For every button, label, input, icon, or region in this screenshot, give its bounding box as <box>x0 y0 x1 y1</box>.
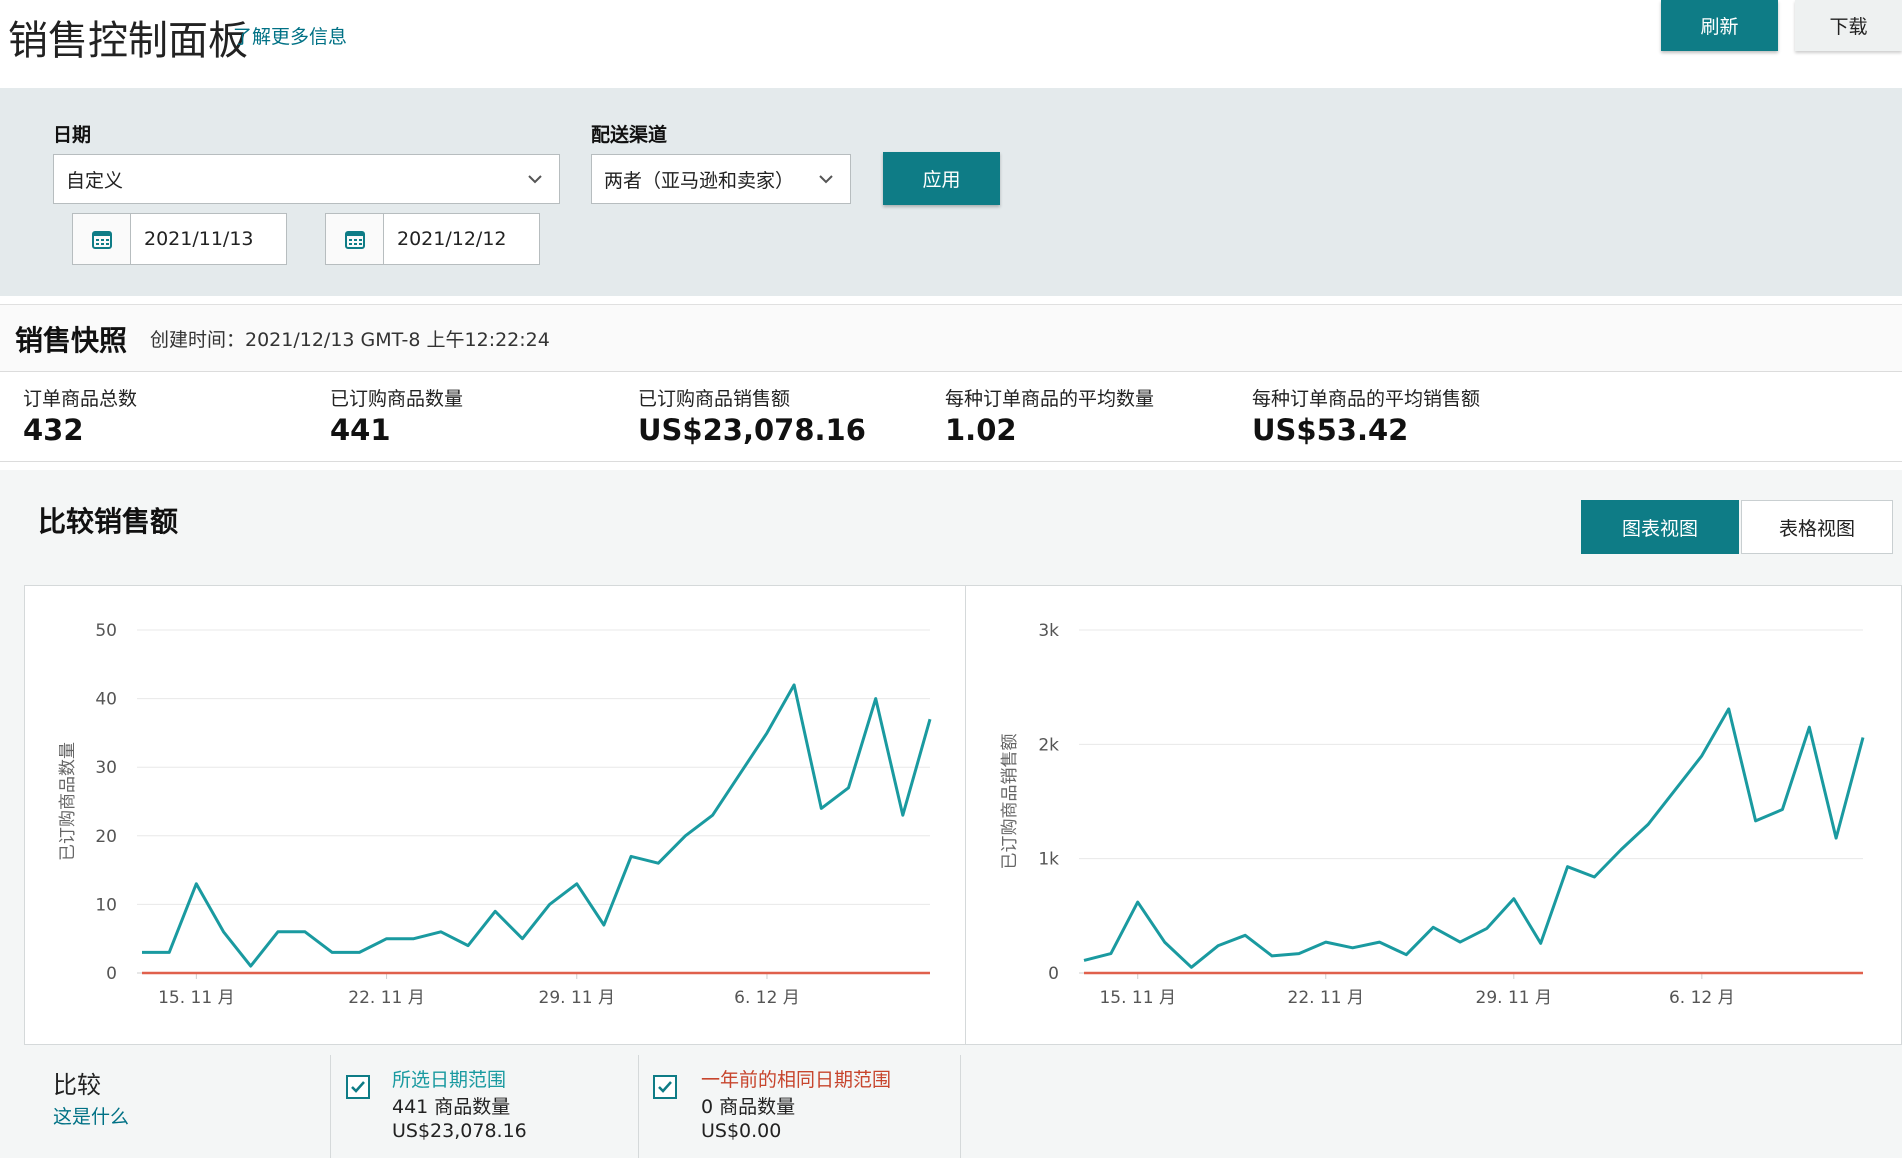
snapshot-metrics: 订单商品总数 432 已订购商品数量 441 已订购商品销售额 US$23,07… <box>0 372 1902 462</box>
chart-view-button[interactable]: 图表视图 <box>1581 500 1739 554</box>
x-tick-label: 15. 11 月 <box>158 988 234 1008</box>
metric-label: 每种订单商品的平均销售额 <box>1252 388 1481 410</box>
channel-select[interactable]: 两者（亚马逊和卖家） <box>591 154 851 204</box>
y-tick-label: 30 <box>95 758 117 778</box>
metric-value: 1.02 <box>945 413 1017 447</box>
start-date-input[interactable]: 2021/11/13 <box>131 214 286 264</box>
snapshot-title: 销售快照 <box>15 324 128 357</box>
filter-panel: 日期 自定义 2021/11/13 2021/12/12 配送渠道 两者（亚马逊… <box>0 88 1902 296</box>
y-axis-label: 已订购商品销售额 <box>1000 734 1020 870</box>
y-tick-label: 50 <box>95 621 117 641</box>
current-range-sales: US$23,078.16 <box>392 1120 527 1142</box>
y-tick-label: 20 <box>95 827 117 847</box>
calendar-icon[interactable] <box>73 214 131 264</box>
y-tick-label: 0 <box>1048 964 1059 984</box>
learn-more-link[interactable]: 了解更多信息 <box>233 22 347 49</box>
compare-sales-section: 比较销售额 图表视图 表格视图 0 10 20 30 40 50 已订购商品数量 15. 11… <box>0 470 1902 1158</box>
date-label: 日期 <box>53 124 92 146</box>
compare-title: 比较销售额 <box>38 505 179 538</box>
sales-snapshot-header: 销售快照 创建时间：2021/12/13 GMT-8 上午12:22:24 <box>0 304 1902 372</box>
chevron-down-icon <box>528 175 542 184</box>
current-range-units: 441 商品数量 <box>392 1096 511 1118</box>
checkmark-icon <box>351 1081 365 1093</box>
refresh-button[interactable]: 刷新 <box>1661 0 1778 51</box>
last-year-units: 0 商品数量 <box>701 1096 796 1118</box>
last-year-sales: US$0.00 <box>701 1120 782 1142</box>
table-view-button[interactable]: 表格视图 <box>1741 500 1893 554</box>
x-tick-label: 22. 11 月 <box>1288 988 1364 1008</box>
x-tick-label: 6. 12 月 <box>734 988 800 1008</box>
download-button[interactable]: 下载 <box>1795 0 1902 51</box>
metric-value: US$23,078.16 <box>638 413 866 447</box>
comparison-legend: 比较 这是什么 所选日期范围 441 商品数量 US$23,078.16 一年前… <box>0 1045 1902 1158</box>
y-tick-label: 40 <box>95 690 117 710</box>
chart-divider <box>965 585 966 1045</box>
metric-label: 订单商品总数 <box>23 388 138 410</box>
date-range-select[interactable]: 自定义 <box>53 154 560 204</box>
x-tick-label: 29. 11 月 <box>539 988 615 1008</box>
last-year-checkbox[interactable] <box>653 1075 677 1099</box>
metric-avg-units: 每种订单商品的平均数量 1.02 <box>945 384 1154 447</box>
checkmark-icon <box>658 1081 672 1093</box>
series-current-line <box>142 683 932 968</box>
page-title: 销售控制面板 <box>8 18 248 64</box>
calendar-icon[interactable] <box>326 214 384 264</box>
y-tick-label: 10 <box>95 895 117 915</box>
chevron-down-icon <box>819 175 833 184</box>
apply-button[interactable]: 应用 <box>883 152 1000 205</box>
y-tick-label: 0 <box>106 964 117 984</box>
metric-avg-sales: 每种订单商品的平均销售额 US$53.42 <box>1252 384 1480 447</box>
metric-value: US$53.42 <box>1252 413 1409 447</box>
x-tick-label: 6. 12 月 <box>1669 988 1735 1008</box>
x-tick-label: 15. 11 月 <box>1099 988 1175 1008</box>
series-current-line <box>1083 707 1865 969</box>
current-range-title: 所选日期范围 <box>392 1069 507 1091</box>
charts-container: 0 10 20 30 40 50 已订购商品数量 15. 11 月 22. 11 月 29. 11… <box>24 585 1902 1045</box>
channel-value: 两者（亚马逊和卖家） <box>604 169 795 192</box>
x-tick-label: 22. 11 月 <box>348 988 424 1008</box>
metric-ordered-sales: 已订购商品销售额 US$23,078.16 <box>638 384 866 447</box>
metric-value: 441 <box>330 413 391 447</box>
snapshot-created-time: 创建时间：2021/12/13 GMT-8 上午12:22:24 <box>150 329 550 351</box>
units-ordered-chart: 0 10 20 30 40 50 已订购商品数量 15. 11 月 22. 11 月 29. 11… <box>58 621 932 1008</box>
x-tick-label: 29. 11 月 <box>1476 988 1552 1008</box>
what-is-this-link[interactable]: 这是什么 <box>53 1102 129 1129</box>
divider <box>960 1055 961 1158</box>
page-header: 销售控制面板 了解更多信息 刷新 下载 <box>0 0 1902 88</box>
y-tick-label: 1k <box>1038 850 1059 870</box>
last-year-title: 一年前的相同日期范围 <box>701 1069 892 1091</box>
y-tick-label: 3k <box>1038 621 1059 641</box>
metric-units-ordered: 已订购商品数量 441 <box>330 384 463 447</box>
ordered-sales-chart: 0 1k 2k 3k 已订购商品销售额 15. 11 月 22. 11 月 29. 11 月 6… <box>1000 621 1865 1008</box>
end-date-input[interactable]: 2021/12/12 <box>384 214 539 264</box>
start-date-picker[interactable]: 2021/11/13 <box>72 213 287 265</box>
y-axis-label: 已订购商品数量 <box>58 742 78 861</box>
metric-label: 已订购商品数量 <box>330 388 464 410</box>
compare-label: 比较 <box>53 1071 101 1099</box>
date-range-value: 自定义 <box>66 169 124 192</box>
end-date-picker[interactable]: 2021/12/12 <box>325 213 540 265</box>
divider <box>638 1055 639 1158</box>
metric-total-orders: 订单商品总数 432 <box>23 384 137 447</box>
metric-label: 已订购商品销售额 <box>638 388 791 410</box>
current-range-checkbox[interactable] <box>346 1075 370 1099</box>
metric-label: 每种订单商品的平均数量 <box>945 388 1155 410</box>
divider <box>330 1055 331 1158</box>
y-tick-label: 2k <box>1038 735 1059 755</box>
channel-label: 配送渠道 <box>591 124 668 146</box>
metric-value: 432 <box>23 413 84 447</box>
